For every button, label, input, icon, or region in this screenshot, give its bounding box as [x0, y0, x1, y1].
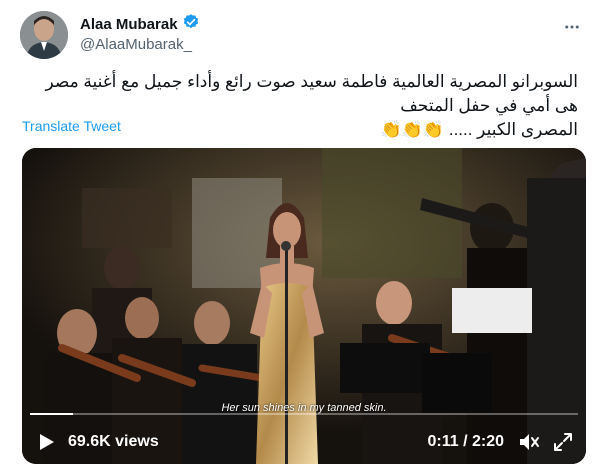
play-button[interactable]	[36, 431, 58, 453]
author-handle[interactable]: @AlaaMubarak_	[80, 36, 192, 53]
tweet-text-line-1: السوبرانو المصرية العالمية فاطمة سعيد صو…	[45, 72, 578, 115]
video-controls: 69.6K views 0:11 / 2:20	[22, 424, 586, 460]
video-progress-fill	[30, 413, 74, 415]
more-horizontal-icon	[565, 25, 579, 29]
author-name-row[interactable]: Alaa Mubarak	[80, 13, 200, 36]
verified-badge-icon	[182, 13, 200, 36]
video-frame	[22, 148, 586, 464]
mute-button[interactable]	[518, 431, 540, 453]
translate-tweet-link[interactable]: Translate Tweet	[22, 118, 121, 134]
play-icon	[40, 434, 54, 450]
video-progress-bar[interactable]	[30, 413, 578, 415]
view-count: 69.6K views	[68, 433, 159, 450]
tweet-text-line-2-text: المصرى الكبير .....	[448, 120, 578, 139]
video-player[interactable]: Her sun shines in my tanned skin. 69.6K …	[22, 148, 586, 464]
fullscreen-icon	[554, 433, 572, 451]
mute-icon	[520, 434, 539, 450]
clapping-emoji: 👏👏👏	[380, 120, 445, 139]
more-options-button[interactable]	[558, 13, 586, 41]
author-avatar[interactable]	[20, 11, 68, 59]
video-time: 0:11 / 2:20	[427, 433, 505, 450]
author-display-name[interactable]: Alaa Mubarak	[80, 16, 178, 33]
fullscreen-button[interactable]	[552, 431, 574, 453]
